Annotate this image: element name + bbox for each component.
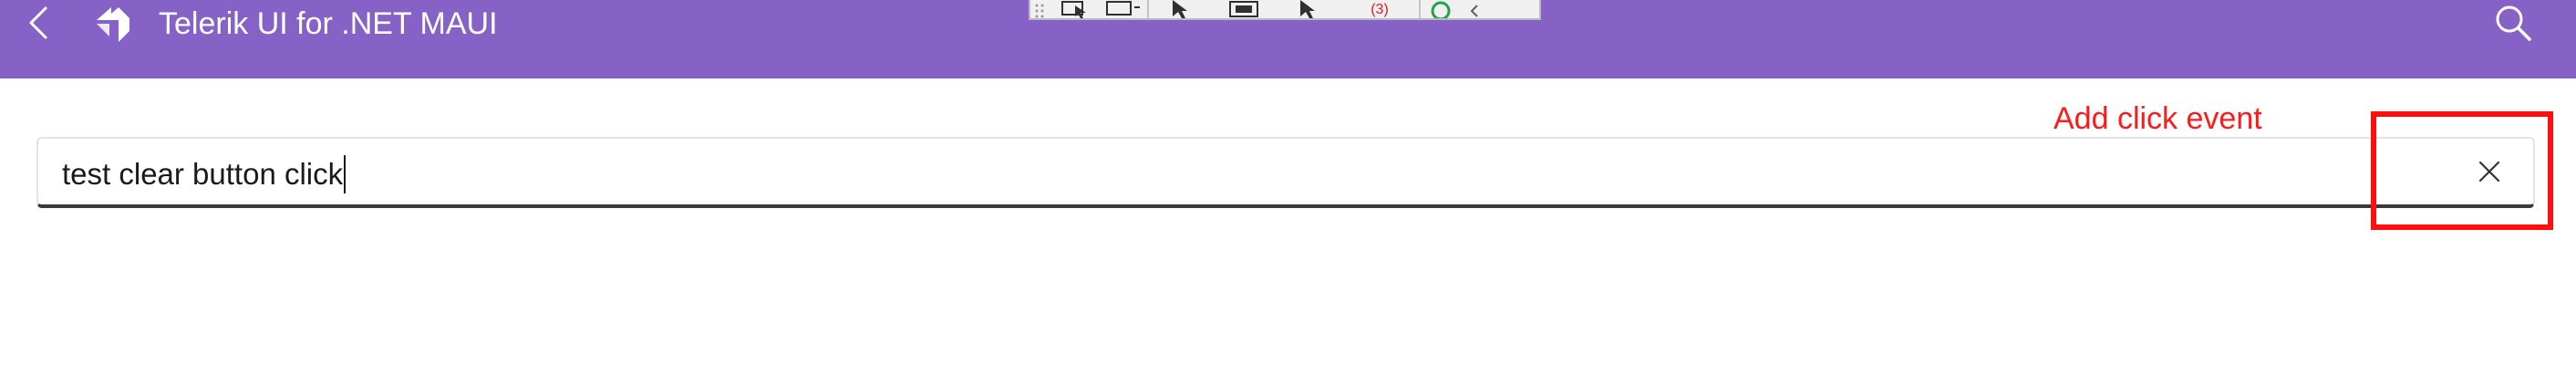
- entry-text-container: test clear button click: [62, 153, 347, 195]
- text-entry[interactable]: test clear button click: [36, 137, 2535, 208]
- app-window: Telerik UI for .NET MAUI (3) Add click e…: [0, 0, 2576, 386]
- issue-counter-text: (3): [1371, 2, 1389, 17]
- text-caret: [344, 155, 347, 193]
- chevron-left-icon: [29, 6, 47, 39]
- binding-failures-icon[interactable]: [1213, 0, 1277, 18]
- annotation-highlight-box: [2371, 111, 2553, 230]
- telerik-logo-icon: [91, 0, 135, 46]
- select-element-icon[interactable]: [1050, 0, 1096, 18]
- search-icon: [2496, 5, 2531, 41]
- back-button[interactable]: [20, 0, 57, 46]
- app-title: Telerik UI for .NET MAUI: [159, 6, 498, 41]
- annotation-label: Add click event: [2054, 101, 2262, 136]
- drag-handle-icon[interactable]: [1030, 0, 1050, 18]
- display-adorners-icon[interactable]: [1096, 0, 1147, 18]
- hot-reload-icon[interactable]: [1277, 0, 1340, 18]
- entry-value: test clear button click: [62, 157, 344, 191]
- debug-toolbar: (3): [1029, 0, 1541, 20]
- track-focused-icon[interactable]: [1149, 0, 1213, 18]
- status-ok-icon[interactable]: [1421, 0, 1461, 18]
- search-button[interactable]: [2488, 0, 2539, 46]
- issue-counter[interactable]: (3): [1340, 0, 1419, 18]
- collapse-toolbar-icon[interactable]: [1461, 0, 1488, 18]
